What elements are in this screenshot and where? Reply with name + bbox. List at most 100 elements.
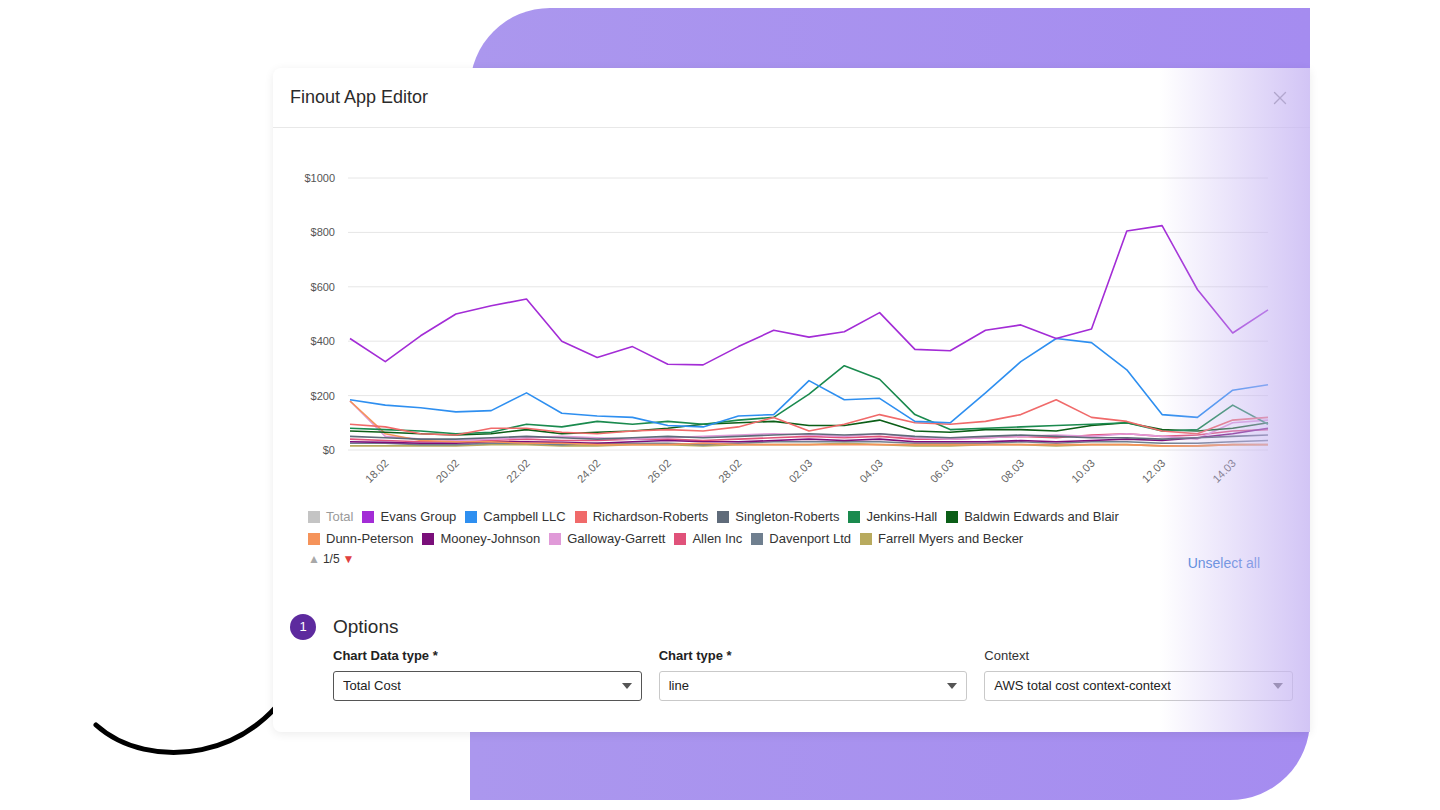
unselect-all-link[interactable]: Unselect all	[1188, 553, 1260, 574]
legend-item[interactable]: Singleton-Roberts	[717, 508, 839, 526]
legend-item[interactable]: Jenkins-Hall	[848, 508, 937, 526]
legend: Total Evans Group Campbell LLC Richardson-R…	[308, 508, 1188, 548]
x-tick: 12.03	[1140, 457, 1168, 485]
x-tick: 10.03	[1069, 457, 1097, 485]
legend-swatch	[848, 511, 860, 523]
legend-pager: ▲1/5▼	[308, 550, 354, 568]
editor-dialog: Finout App Editor $1000 $800 $600 $400 $200 $0…	[273, 68, 1310, 732]
svg-text:$400: $400	[311, 335, 335, 347]
field-label: Chart type *	[659, 646, 968, 666]
field-label: Context	[984, 646, 1293, 666]
legend-label: Singleton-Roberts	[735, 507, 839, 527]
legend-item[interactable]: Baldwin Edwards and Blair	[946, 508, 1119, 526]
field-select[interactable]: line	[659, 671, 968, 701]
legend-item[interactable]: Davenport Ltd	[751, 530, 851, 548]
options-fields: Chart Data type * Total Cost Chart type * l…	[333, 646, 1293, 701]
caret-down-icon	[947, 683, 957, 689]
series-line[interactable]	[350, 401, 1268, 441]
dialog-header: Finout App Editor	[273, 68, 1310, 128]
series-line[interactable]	[350, 366, 1268, 434]
cost-chart: $1000 $800 $600 $400 $200 $0 18.02 20.02 22.02 24…	[273, 128, 1310, 508]
series-line[interactable]	[350, 400, 1268, 435]
field-value: line	[669, 676, 689, 696]
legend-swatch	[717, 511, 729, 523]
legend-item[interactable]: Evans Group	[362, 508, 456, 526]
legend-item[interactable]: Farrell Myers and Becker	[860, 530, 1023, 548]
legend-swatch	[674, 533, 686, 545]
field-select[interactable]: AWS total cost context-context	[984, 671, 1293, 701]
x-tick: 04.03	[857, 457, 885, 485]
option-field: Chart Data type * Total Cost	[333, 646, 642, 701]
series-line[interactable]	[350, 339, 1268, 427]
x-tick: 18.02	[363, 457, 391, 485]
page: Finout App Editor $1000 $800 $600 $400 $200 $0…	[0, 0, 1440, 810]
y-tick: $400	[311, 335, 1268, 347]
legend-label: Campbell LLC	[483, 507, 565, 527]
legend-label: Farrell Myers and Becker	[878, 529, 1023, 549]
legend-swatch	[308, 533, 320, 545]
svg-text:$200: $200	[311, 390, 335, 402]
svg-text:$800: $800	[311, 226, 335, 238]
field-value: Total Cost	[343, 676, 401, 696]
legend-label: Richardson-Roberts	[593, 507, 709, 527]
close-button[interactable]	[1268, 86, 1292, 110]
legend-label: Allen Inc	[692, 529, 742, 549]
pager-up-button[interactable]: ▲	[308, 550, 320, 568]
legend-swatch	[946, 511, 958, 523]
option-field: Context AWS total cost context-context	[984, 646, 1293, 701]
legend-footer: ▲1/5▼Unselect all	[308, 550, 1260, 568]
svg-text:$0: $0	[323, 444, 335, 456]
field-select[interactable]: Total Cost	[333, 671, 642, 701]
legend-item[interactable]: Total	[308, 508, 353, 526]
y-tick: $600	[311, 281, 1268, 293]
y-tick: $0	[323, 444, 1268, 456]
legend-swatch	[751, 533, 763, 545]
x-tick: 26.02	[645, 457, 673, 485]
legend-swatch	[422, 533, 434, 545]
legend-swatch	[575, 511, 587, 523]
legend-item[interactable]: Mooney-Johnson	[422, 530, 540, 548]
pager-down-button[interactable]: ▼	[343, 550, 355, 568]
field-value: AWS total cost context-context	[994, 676, 1171, 696]
fade-overlay	[1160, 68, 1310, 732]
legend-label: Baldwin Edwards and Blair	[964, 507, 1119, 527]
legend-swatch	[362, 511, 374, 523]
field-label: Chart Data type *	[333, 646, 642, 666]
legend-swatch	[860, 533, 872, 545]
legend-label: Galloway-Garrett	[567, 529, 665, 549]
caret-down-icon	[622, 683, 632, 689]
legend-swatch	[549, 533, 561, 545]
legend-swatch	[465, 511, 477, 523]
x-tick: 02.03	[786, 457, 814, 485]
legend-label: Mooney-Johnson	[440, 529, 540, 549]
option-field: Chart type * line	[659, 646, 968, 701]
legend-label: Jenkins-Hall	[866, 507, 937, 527]
svg-text:$1000: $1000	[304, 172, 335, 184]
legend-label: Davenport Ltd	[769, 529, 851, 549]
y-tick: $1000	[304, 172, 1268, 184]
legend-item[interactable]: Campbell LLC	[465, 508, 565, 526]
legend-label: Evans Group	[380, 507, 456, 527]
x-tick: 22.02	[504, 457, 532, 485]
x-tick: 08.03	[998, 457, 1026, 485]
x-tick: 20.02	[433, 457, 461, 485]
close-icon	[1269, 87, 1291, 109]
series-line[interactable]	[350, 226, 1268, 365]
dialog-title: Finout App Editor	[290, 84, 428, 111]
x-tick: 06.03	[928, 457, 956, 485]
legend-item[interactable]: Dunn-Peterson	[308, 530, 413, 548]
legend-item[interactable]: Galloway-Garrett	[549, 530, 665, 548]
legend-item[interactable]: Richardson-Roberts	[575, 508, 709, 526]
legend-label: Total	[326, 507, 353, 527]
legend-area: Total Evans Group Campbell LLC Richardson-R…	[273, 508, 1310, 568]
x-tick: 28.02	[716, 457, 744, 485]
series-line[interactable]	[350, 434, 1268, 439]
pager-page: 1/5	[323, 550, 340, 568]
svg-text:$600: $600	[311, 281, 335, 293]
legend-item[interactable]: Allen Inc	[674, 530, 742, 548]
x-tick: 24.02	[575, 457, 603, 485]
legend-label: Dunn-Peterson	[326, 529, 413, 549]
legend-swatch	[308, 511, 320, 523]
options-body: OptionsChart Data type *Total CostChart …	[333, 612, 1293, 701]
options-section: 1OptionsChart Data type *Total CostChart…	[273, 612, 1310, 701]
